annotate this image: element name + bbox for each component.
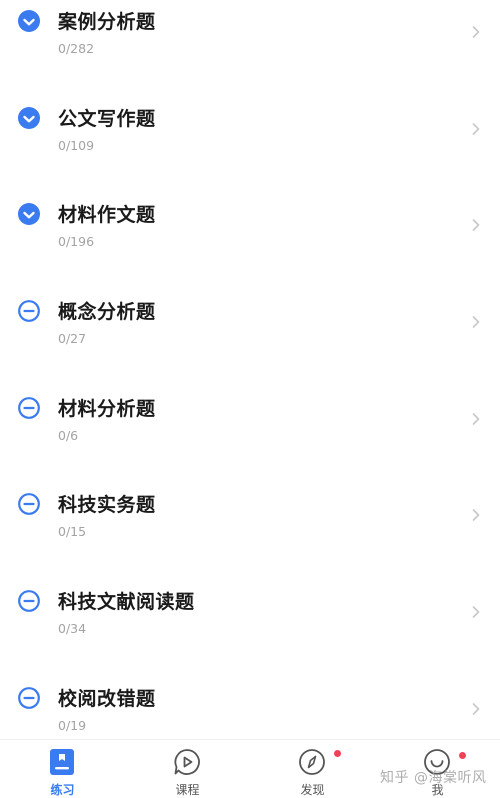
item-title: 公文写作题 [58,107,156,130]
item-title: 概念分析题 [58,301,156,324]
list-item-case-analysis[interactable]: 案例分析题 0/282 [0,0,500,71]
item-progress: 0/109 [58,137,95,153]
list-item-material-analysis[interactable]: 材料分析题 0/6 [0,361,500,458]
tab-label: 发现 [300,783,325,797]
tab-courses[interactable]: 课程 [125,740,250,798]
notification-badge [459,752,466,759]
minus-circle-icon[interactable] [18,300,40,322]
watermark: 知乎 @海棠听风 [380,770,487,786]
item-title: 材料分析题 [58,397,156,420]
tab-label: 练习 [50,783,75,797]
chevron-right-icon [472,219,480,232]
tab-discover[interactable]: 发现 [250,740,375,798]
notification-badge [334,750,341,757]
tab-label: 课程 [175,783,200,797]
check-circle-icon[interactable] [18,10,40,32]
minus-circle-icon[interactable] [18,686,40,709]
item-progress: 0/19 [58,717,87,733]
item-title: 案例分析题 [58,11,156,33]
item-title: 科技实务题 [58,494,156,517]
check-circle-icon[interactable] [18,106,40,129]
item-progress: 0/196 [58,234,95,250]
chevron-right-icon [472,412,480,425]
list-item-proofreading[interactable]: 校阅改错题 0/19 [0,651,500,748]
minus-circle-icon[interactable] [18,590,40,613]
list-item-tech-practice[interactable]: 科技实务题 0/15 [0,457,500,554]
question-type-list: 案例分析题 0/282 公文写作题 0/109 材料作文题 0/196 概念分析… [0,0,500,748]
list-item-material-essay[interactable]: 材料作文题 0/196 [0,167,500,264]
tab-practice[interactable]: 练习 [0,740,125,798]
item-title: 材料作文题 [58,204,156,227]
item-progress: 0/282 [58,41,95,56]
chevron-right-icon [472,26,480,38]
list-item-document-writing[interactable]: 公文写作题 0/109 [0,71,500,168]
item-title: 校阅改错题 [58,687,156,710]
chevron-right-icon [472,122,480,135]
play-bubble-icon [174,749,200,775]
screen: 案例分析题 0/282 公文写作题 0/109 材料作文题 0/196 概念分析… [0,0,500,798]
practice-book-icon [50,749,74,775]
item-progress: 0/27 [58,331,87,347]
list-item-concept-analysis[interactable]: 概念分析题 0/27 [0,264,500,361]
item-progress: 0/34 [58,621,87,637]
chevron-right-icon [472,606,480,618]
check-circle-icon[interactable] [18,203,40,226]
chevron-right-icon [472,509,480,522]
item-progress: 0/6 [58,427,79,443]
chevron-right-icon [472,316,480,328]
list-item-tech-literature-reading[interactable]: 科技文献阅读题 0/34 [0,554,500,651]
item-title: 科技文献阅读题 [58,591,195,614]
item-progress: 0/15 [58,524,87,540]
chevron-right-icon [472,703,480,715]
compass-icon [299,749,325,775]
minus-circle-icon[interactable] [18,396,40,419]
minus-circle-icon[interactable] [18,493,40,516]
